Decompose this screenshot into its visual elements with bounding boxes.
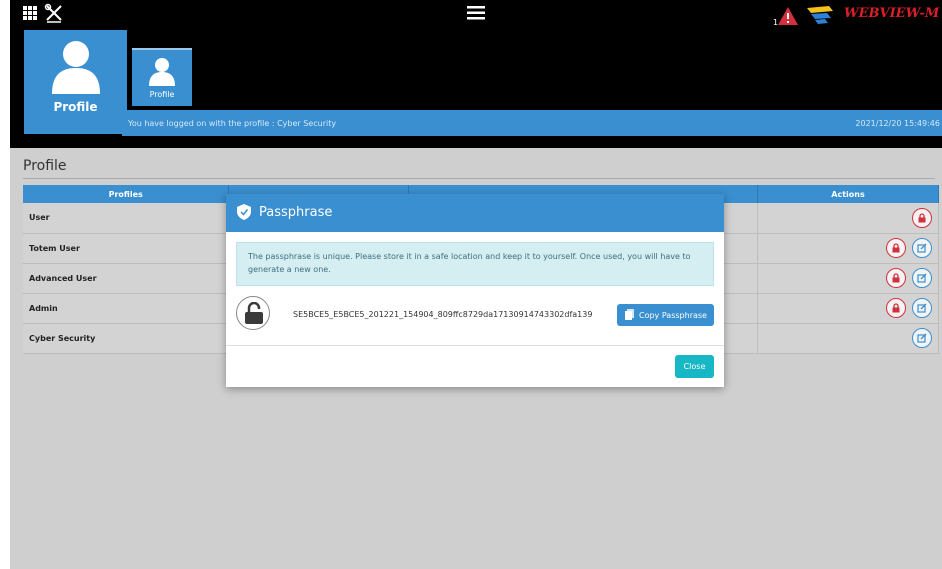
user-icon xyxy=(52,41,100,94)
edit-icon[interactable] xyxy=(912,268,932,288)
tools-icon[interactable] xyxy=(44,3,64,23)
status-timestamp: 2021/12/20 15:49:46 xyxy=(855,119,940,128)
passphrase-dialog: Passphrase The passphrase is unique. Ple… xyxy=(226,194,724,387)
login-status-message: You have logged on with the profile : Cy… xyxy=(128,119,337,128)
row-actions xyxy=(757,263,939,294)
copy-icon xyxy=(625,309,634,320)
column-header-profiles[interactable]: Profiles xyxy=(23,185,230,203)
close-button[interactable]: Close xyxy=(675,355,714,378)
sub-tile-label: Profile xyxy=(149,90,175,99)
dialog-header: Passphrase xyxy=(226,194,724,232)
warning-icon[interactable]: 1 xyxy=(773,6,799,26)
lock-icon[interactable] xyxy=(886,298,907,318)
profile-name: Totem User xyxy=(23,233,230,264)
row-actions xyxy=(757,293,939,324)
edit-icon[interactable] xyxy=(912,328,932,348)
profile-name: Cyber Security xyxy=(23,323,230,354)
dialog-divider xyxy=(226,345,724,346)
row-actions xyxy=(757,203,939,234)
shield-icon xyxy=(237,204,251,220)
profile-name: User xyxy=(23,203,230,234)
app-title: WEBVIEW-M V2.7 xyxy=(844,6,942,21)
unlock-icon xyxy=(236,296,270,330)
profile-tile[interactable]: Profile xyxy=(24,30,127,134)
passphrase-info-alert: The passphrase is unique. Please store i… xyxy=(236,242,714,286)
column-header-actions: Actions xyxy=(757,185,939,203)
copy-passphrase-label: Copy Passphrase xyxy=(639,310,707,320)
dialog-title: Passphrase xyxy=(259,205,333,220)
user-icon xyxy=(149,58,175,86)
passphrase-value: SE5BCE5_E5BCE5_201221_154904_809ffc8729d… xyxy=(293,310,593,319)
edit-icon[interactable] xyxy=(912,298,932,318)
copy-passphrase-button[interactable]: Copy Passphrase xyxy=(617,304,714,326)
app-window: 1 WEBVIEW-M V2.7 Profile Profile You xyxy=(0,0,942,569)
page-title: Profile xyxy=(23,158,67,174)
title-divider xyxy=(23,178,935,179)
lock-icon[interactable] xyxy=(886,268,907,288)
lock-icon[interactable] xyxy=(912,207,932,228)
menu-icon[interactable] xyxy=(467,6,485,20)
profile-name: Advanced User xyxy=(23,263,230,294)
row-actions xyxy=(757,233,939,264)
status-bar: You have logged on with the profile : Cy… xyxy=(122,110,942,136)
profile-name: Admin xyxy=(23,293,230,324)
profile-tile-label: Profile xyxy=(53,100,98,114)
warning-count: 1 xyxy=(773,18,778,26)
edit-icon[interactable] xyxy=(912,238,932,258)
profile-sub-tile[interactable]: Profile xyxy=(132,48,192,106)
logo-icon xyxy=(807,6,833,24)
lock-icon[interactable] xyxy=(886,238,907,258)
grid-icon[interactable] xyxy=(22,5,38,21)
row-actions xyxy=(757,323,939,354)
